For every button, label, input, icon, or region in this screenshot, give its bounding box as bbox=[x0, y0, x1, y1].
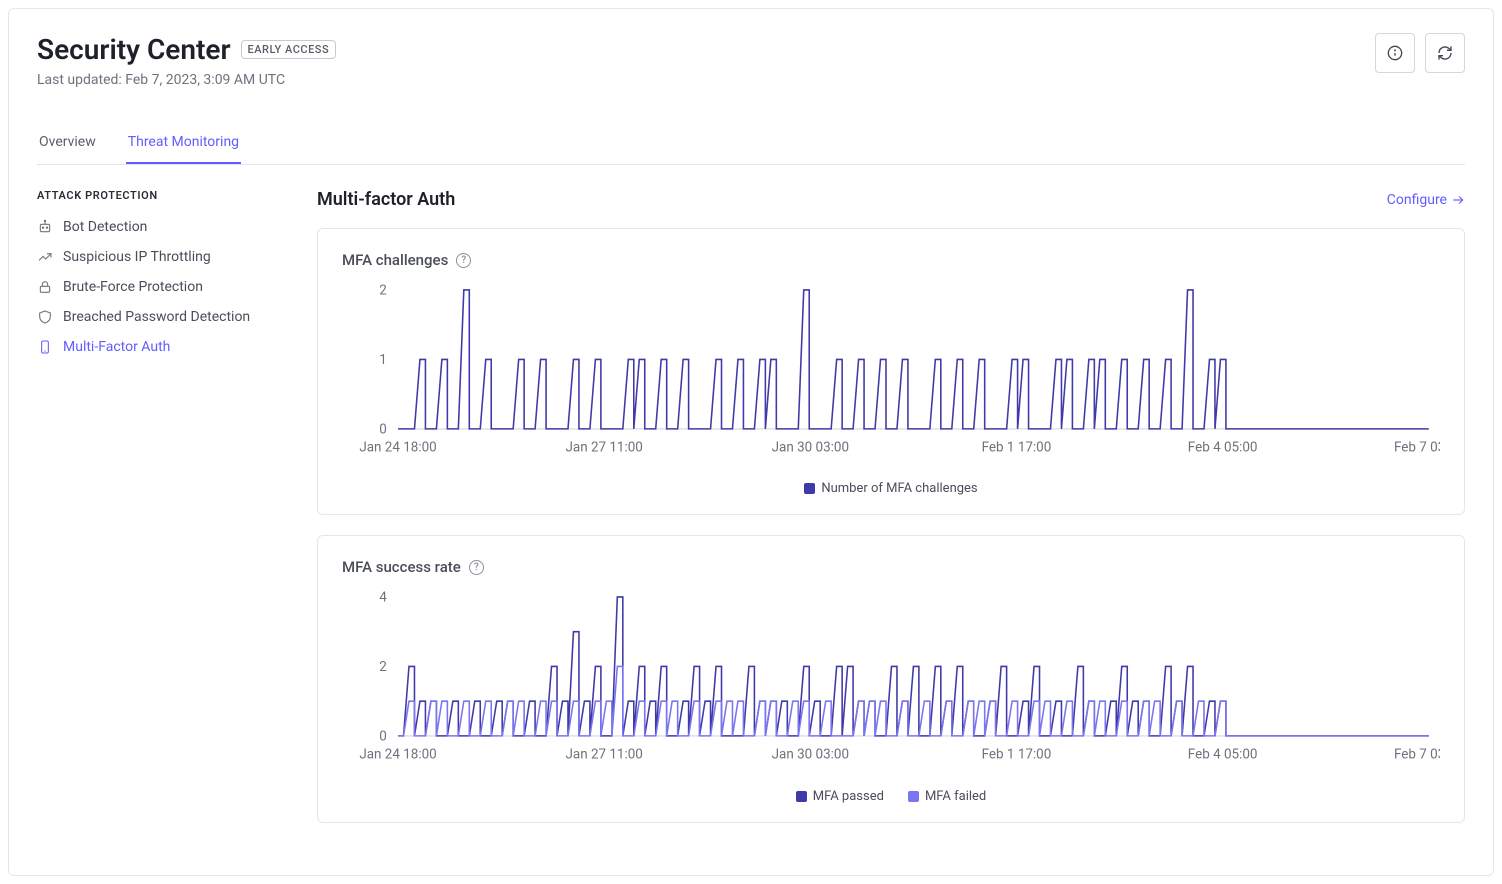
sidebar-item-label: Multi-Factor Auth bbox=[63, 339, 170, 355]
lock-icon bbox=[37, 279, 53, 295]
help-icon[interactable]: ? bbox=[456, 253, 471, 268]
tab-threat-monitoring[interactable]: Threat Monitoring bbox=[126, 124, 241, 164]
card-title-mfa-success: MFA success rate ? bbox=[342, 558, 1440, 576]
tabs: Overview Threat Monitoring bbox=[37, 124, 1465, 165]
early-access-badge: EARLY ACCESS bbox=[241, 40, 337, 59]
sidebar-item-bot-detection[interactable]: Bot Detection bbox=[37, 212, 277, 242]
svg-text:Feb 4 05:00: Feb 4 05:00 bbox=[1188, 440, 1258, 455]
app-frame: Security Center EARLY ACCESS Last update… bbox=[8, 8, 1494, 876]
svg-text:0: 0 bbox=[379, 730, 387, 745]
page-header: Security Center EARLY ACCESS Last update… bbox=[37, 33, 1465, 88]
svg-text:Jan 24 18:00: Jan 24 18:00 bbox=[359, 440, 436, 455]
svg-text:Feb 4 05:00: Feb 4 05:00 bbox=[1188, 748, 1258, 763]
main-content: Multi-factor Auth Configure MFA challeng… bbox=[317, 189, 1465, 843]
configure-link[interactable]: Configure bbox=[1387, 192, 1465, 208]
svg-text:Jan 30 03:00: Jan 30 03:00 bbox=[772, 748, 849, 763]
svg-text:2: 2 bbox=[379, 660, 387, 675]
svg-text:1: 1 bbox=[379, 353, 387, 368]
sidebar-item-breached-password[interactable]: Breached Password Detection bbox=[37, 302, 277, 332]
card-mfa-challenges: MFA challenges ? 0 1 2 Jan 24 18:00 Jan 27 1… bbox=[317, 228, 1465, 515]
bot-icon bbox=[37, 219, 53, 235]
info-button[interactable] bbox=[1375, 33, 1415, 73]
chart-legend: Number of MFA challenges bbox=[342, 481, 1440, 496]
svg-text:Feb 7 03:00: Feb 7 03:00 bbox=[1394, 748, 1440, 763]
svg-text:0: 0 bbox=[379, 422, 387, 437]
svg-text:Jan 27 11:00: Jan 27 11:00 bbox=[565, 748, 642, 763]
main-header: Multi-factor Auth Configure bbox=[317, 189, 1465, 210]
help-icon[interactable]: ? bbox=[469, 560, 484, 575]
svg-text:Feb 7 03:00: Feb 7 03:00 bbox=[1394, 440, 1440, 455]
section-title: Multi-factor Auth bbox=[317, 189, 455, 210]
arrow-right-icon bbox=[1451, 193, 1465, 207]
shield-icon bbox=[37, 309, 53, 325]
card-mfa-success: MFA success rate ? 0 2 4 Jan 24 18:00 Jan 27… bbox=[317, 535, 1465, 822]
svg-text:2: 2 bbox=[379, 283, 387, 298]
svg-text:Feb 1 17:00: Feb 1 17:00 bbox=[982, 748, 1052, 763]
header-actions bbox=[1375, 33, 1465, 73]
card-title-text: MFA challenges bbox=[342, 251, 448, 269]
chart-mfa-success: 0 2 4 Jan 24 18:00 Jan 27 11:00 Jan 30 03:00 F… bbox=[342, 588, 1440, 803]
last-updated-label: Last updated: Feb 7, 2023, 3:09 AM UTC bbox=[37, 72, 336, 88]
card-title-text: MFA success rate bbox=[342, 558, 461, 576]
device-icon bbox=[37, 339, 53, 355]
legend-item: MFA passed bbox=[796, 789, 884, 804]
sidebar-item-suspicious-ip[interactable]: Suspicious IP Throttling bbox=[37, 242, 277, 272]
card-title-mfa-challenges: MFA challenges ? bbox=[342, 251, 1440, 269]
trend-icon bbox=[37, 249, 53, 265]
chart-legend: MFA passed MFA failed bbox=[342, 789, 1440, 804]
sidebar: ATTACK PROTECTION Bot Detection Suspicio… bbox=[37, 189, 277, 843]
sidebar-item-label: Suspicious IP Throttling bbox=[63, 249, 211, 265]
svg-text:Jan 24 18:00: Jan 24 18:00 bbox=[359, 748, 436, 763]
page-title: Security Center bbox=[37, 33, 231, 66]
sidebar-item-brute-force[interactable]: Brute-Force Protection bbox=[37, 272, 277, 302]
refresh-icon bbox=[1437, 45, 1453, 61]
svg-text:4: 4 bbox=[379, 591, 387, 606]
info-icon bbox=[1387, 45, 1403, 61]
svg-text:Jan 27 11:00: Jan 27 11:00 bbox=[565, 440, 642, 455]
sidebar-heading: ATTACK PROTECTION bbox=[37, 189, 277, 202]
configure-label: Configure bbox=[1387, 192, 1447, 208]
body: ATTACK PROTECTION Bot Detection Suspicio… bbox=[37, 189, 1465, 843]
svg-text:Jan 30 03:00: Jan 30 03:00 bbox=[772, 440, 849, 455]
sidebar-item-label: Bot Detection bbox=[63, 219, 147, 235]
chart-mfa-challenges: 0 1 2 Jan 24 18:00 Jan 27 11:00 Jan 30 03:00 F… bbox=[342, 281, 1440, 496]
svg-text:Feb 1 17:00: Feb 1 17:00 bbox=[982, 440, 1052, 455]
refresh-button[interactable] bbox=[1425, 33, 1465, 73]
legend-item: MFA failed bbox=[908, 789, 986, 804]
tab-overview[interactable]: Overview bbox=[37, 124, 98, 164]
legend-item: Number of MFA challenges bbox=[804, 481, 977, 496]
sidebar-item-label: Brute-Force Protection bbox=[63, 279, 203, 295]
sidebar-item-label: Breached Password Detection bbox=[63, 309, 250, 325]
sidebar-item-mfa[interactable]: Multi-Factor Auth bbox=[37, 332, 277, 362]
title-block: Security Center EARLY ACCESS Last update… bbox=[37, 33, 336, 88]
